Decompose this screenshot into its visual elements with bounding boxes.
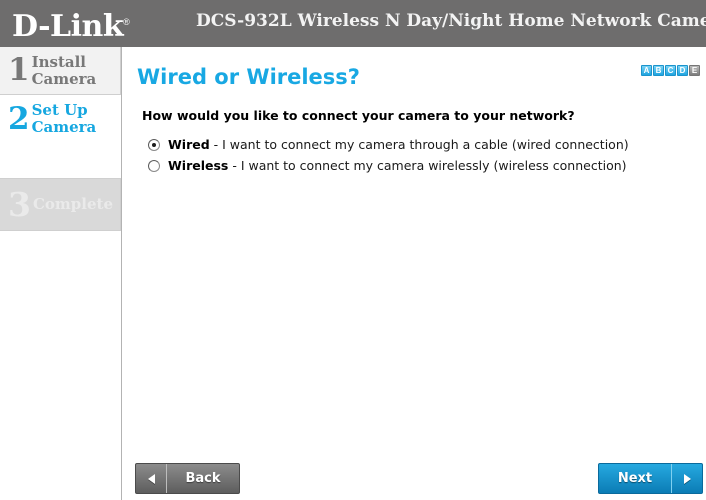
step-label-line2: Camera — [31, 118, 97, 136]
step-label: Complete — [32, 195, 113, 213]
step-label: Set Up Camera — [32, 102, 97, 136]
step-label-line2: Camera — [31, 69, 97, 88]
badge-a[interactable]: A — [641, 65, 652, 76]
sidebar-step-install-camera[interactable]: 1 Install Camera — [0, 47, 121, 95]
product-title: DCS-932L Wireless N Day/Night Home Netwo… — [196, 11, 706, 31]
step-label: Install Camera — [31, 52, 97, 88]
registered-trademark-icon: ® — [123, 17, 130, 27]
sidebar-step-set-up-camera[interactable]: 2 Set Up Camera — [0, 95, 121, 143]
next-button-label: Next — [617, 471, 653, 486]
radio-wireless[interactable] — [148, 159, 160, 172]
step-label-line1: Install — [31, 52, 86, 71]
step-label-line1: Set Up — [31, 101, 88, 119]
connection-type-radio-group: Wired - I want to connect my camera thro… — [148, 134, 629, 176]
badge-d[interactable]: D — [677, 65, 688, 76]
step-indicator-badges: A B C D E — [641, 65, 700, 76]
step-number: 3 — [8, 185, 31, 224]
option-description-wired: - I want to connect my camera through a … — [209, 137, 629, 152]
option-row-wired[interactable]: Wired - I want to connect my camera thro… — [148, 134, 629, 155]
badge-b[interactable]: B — [653, 65, 664, 76]
app-header: D-Link® DCS-932L Wireless N Day/Night Ho… — [0, 0, 706, 47]
dlink-logo-text: D-Link — [12, 9, 124, 44]
page-title: Wired or Wireless? — [137, 65, 360, 89]
back-button[interactable]: Back — [135, 463, 240, 494]
option-description-wireless: - I want to connect my camera wirelessly… — [228, 158, 627, 173]
step-number: 1 — [8, 52, 30, 88]
badge-e[interactable]: E — [689, 65, 700, 76]
step-number: 2 — [8, 100, 30, 137]
option-row-wireless[interactable]: Wireless - I want to connect my camera w… — [148, 155, 629, 176]
main-content: Wired or Wireless? A B C D E How would y… — [122, 47, 706, 500]
radio-wired[interactable] — [148, 138, 160, 151]
option-title-wireless: Wireless — [168, 158, 229, 173]
back-button-label: Back — [185, 471, 221, 486]
option-label-wired: Wired - I want to connect my camera thro… — [168, 137, 629, 152]
back-arrow-icon — [136, 464, 167, 493]
dlink-logo: D-Link® — [12, 4, 130, 45]
badge-c[interactable]: C — [665, 65, 676, 76]
next-button[interactable]: Next — [598, 463, 703, 494]
sidebar-step-complete: 3 Complete — [0, 178, 121, 231]
next-arrow-icon — [671, 464, 702, 493]
option-title-wired: Wired — [168, 137, 210, 152]
wizard-step-sidebar: 1 Install Camera 2 Set Up Camera 3 Complet… — [0, 47, 122, 243]
option-label-wireless: Wireless - I want to connect my camera w… — [168, 158, 627, 173]
question-label: How would you like to connect your camer… — [142, 108, 575, 123]
setup-wizard-window: D-Link® DCS-932L Wireless N Day/Night Ho… — [0, 0, 706, 500]
